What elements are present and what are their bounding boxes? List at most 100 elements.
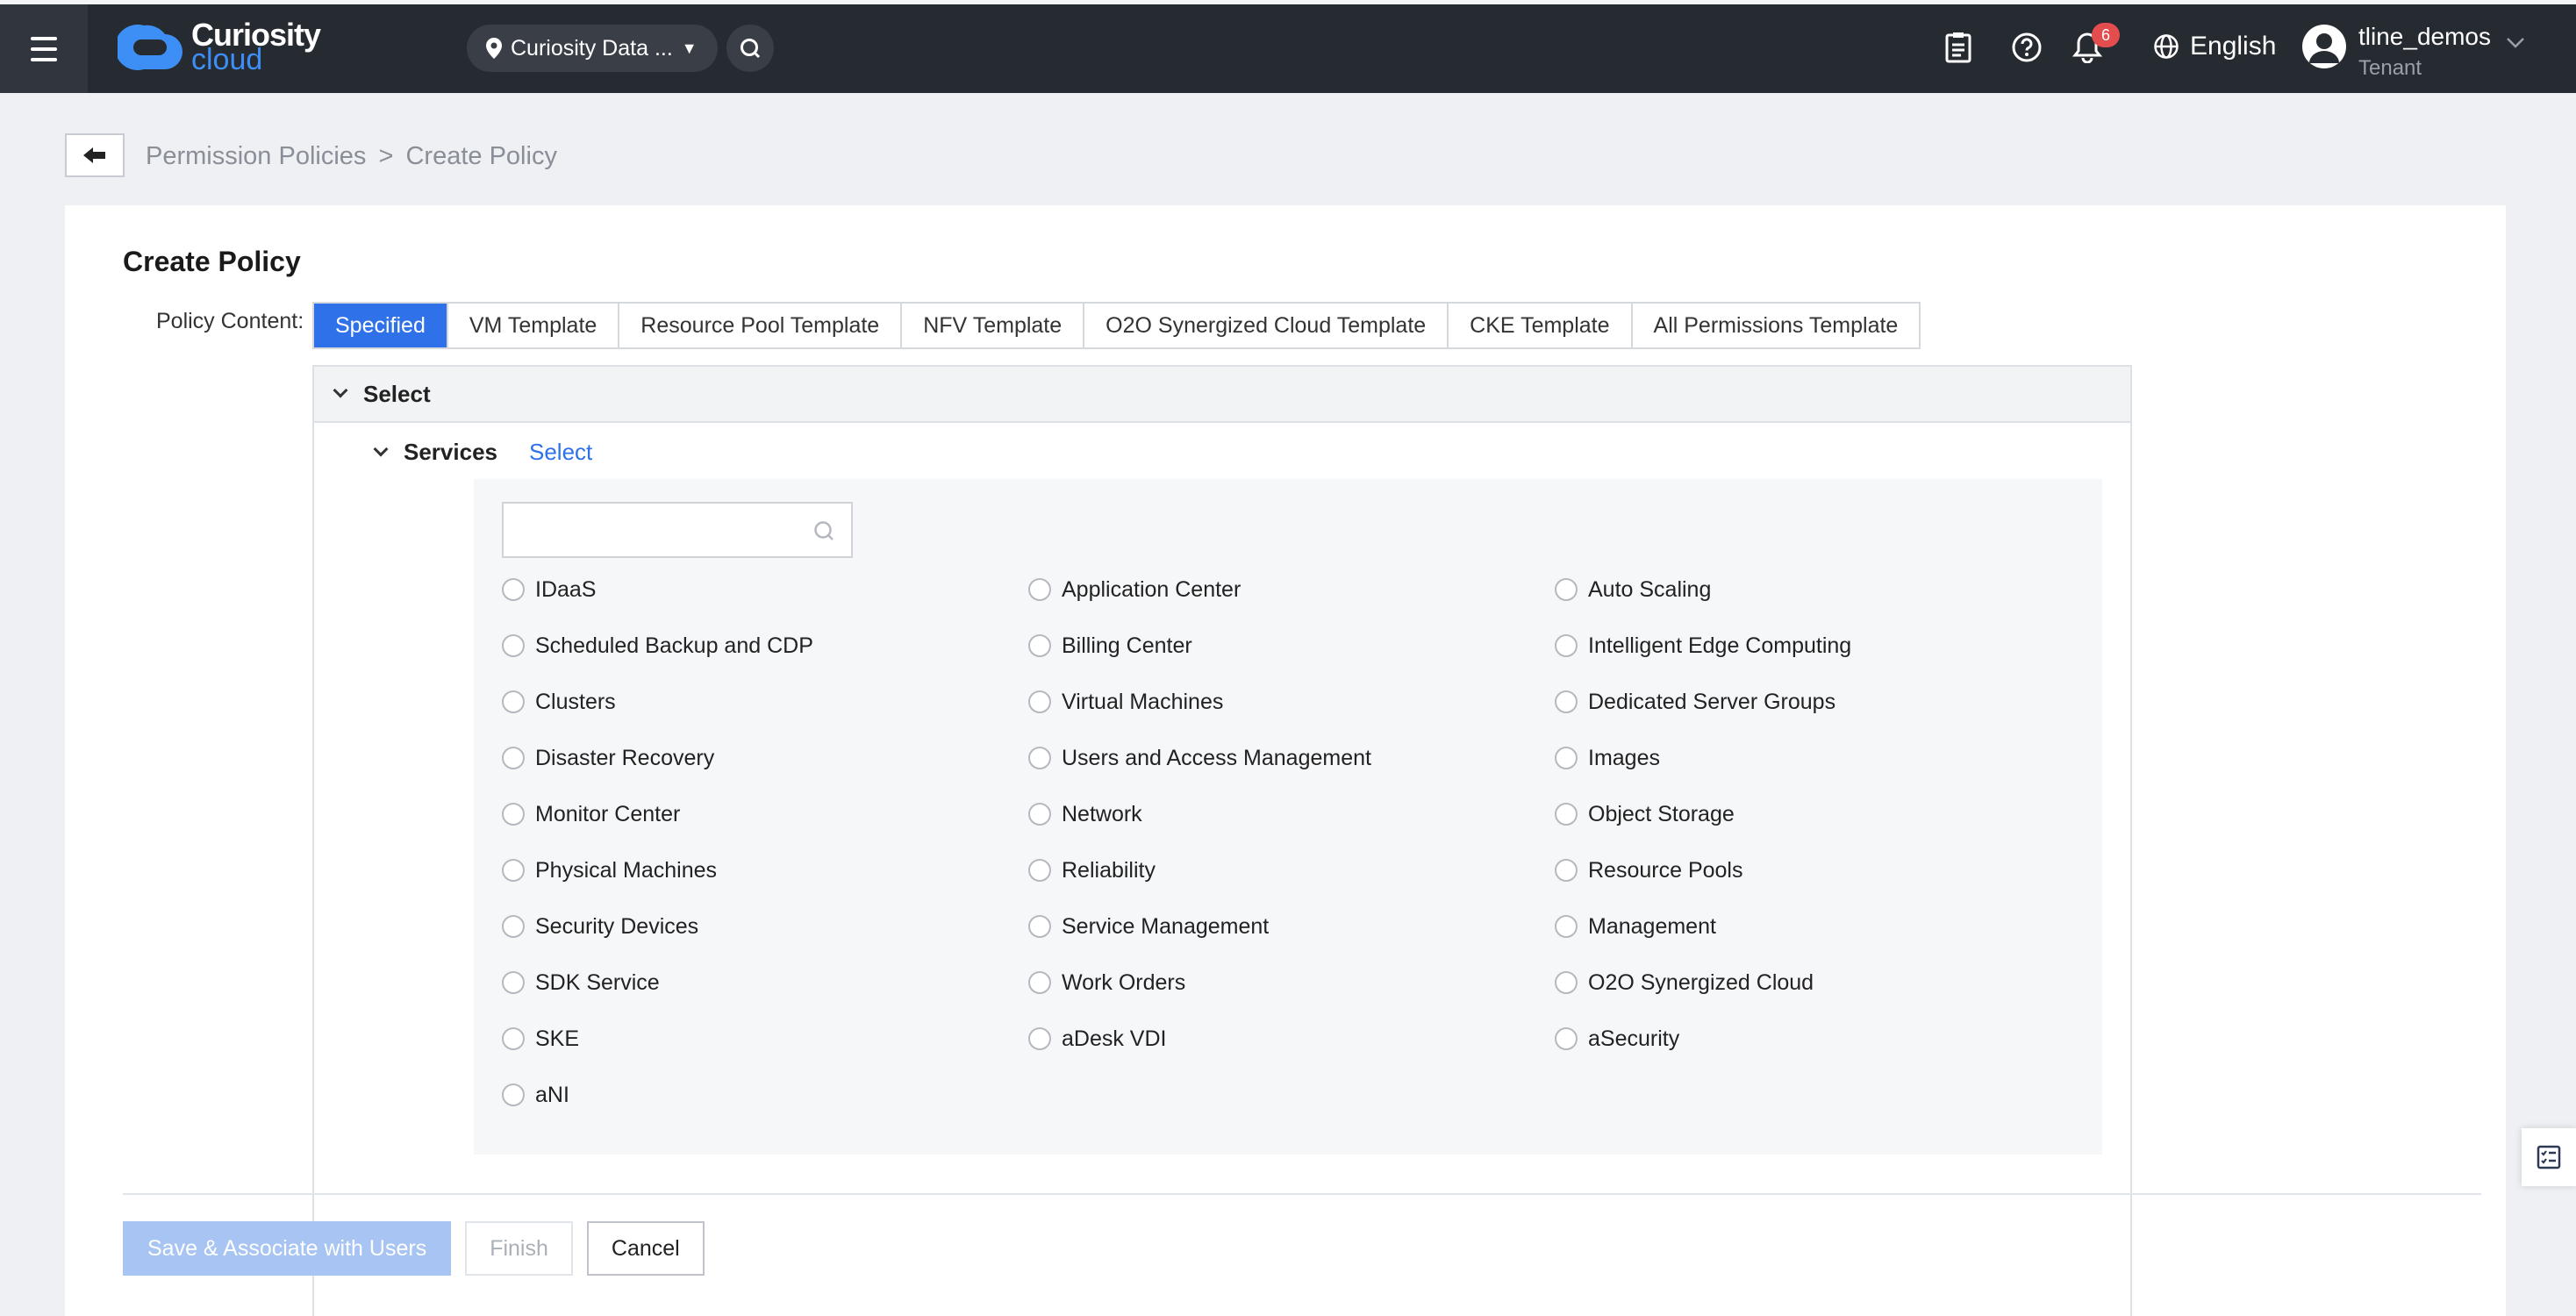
radio-button[interactable] bbox=[1555, 971, 1578, 994]
service-option[interactable]: Images bbox=[1555, 746, 2081, 770]
save-associate-button[interactable]: Save & Associate with Users bbox=[123, 1221, 452, 1276]
radio-button[interactable] bbox=[1028, 803, 1051, 826]
search-icon bbox=[741, 39, 761, 59]
service-option[interactable]: Auto Scaling bbox=[1555, 577, 2081, 602]
help-icon[interactable] bbox=[2011, 32, 2043, 63]
service-option[interactable]: Intelligent Edge Computing bbox=[1555, 633, 2081, 658]
service-option[interactable]: aDesk VDI bbox=[1028, 1026, 1555, 1051]
logo[interactable]: Curiosity cloud bbox=[118, 19, 321, 75]
service-option[interactable]: O2O Synergized Cloud bbox=[1555, 970, 2081, 995]
tab-o2o-synergized-cloud-template[interactable]: O2O Synergized Cloud Template bbox=[1084, 304, 1449, 347]
radio-button[interactable] bbox=[502, 578, 525, 601]
tab-resource-pool-template[interactable]: Resource Pool Template bbox=[619, 304, 903, 347]
policy-content-label: Policy Content: bbox=[156, 309, 304, 333]
clipboard-icon[interactable] bbox=[1944, 32, 1972, 63]
radio-button[interactable] bbox=[1555, 578, 1578, 601]
notification-badge: 6 bbox=[2092, 23, 2120, 47]
caret-down-icon: ▼ bbox=[681, 39, 698, 57]
radio-button[interactable] bbox=[502, 1084, 525, 1106]
global-search-button[interactable] bbox=[726, 25, 774, 72]
radio-button[interactable] bbox=[502, 634, 525, 657]
service-option[interactable]: Monitor Center bbox=[502, 802, 1028, 826]
services-select-link[interactable]: Select bbox=[529, 439, 592, 466]
service-option[interactable]: Physical Machines bbox=[502, 858, 1028, 883]
radio-button[interactable] bbox=[1028, 1027, 1051, 1050]
radio-button[interactable] bbox=[1028, 634, 1051, 657]
menu-button[interactable] bbox=[0, 4, 88, 93]
service-option[interactable]: Security Devices bbox=[502, 914, 1028, 939]
language-selector[interactable]: English bbox=[2153, 32, 2276, 61]
tab-nfv-template[interactable]: NFV Template bbox=[902, 304, 1085, 347]
services-search-input[interactable] bbox=[502, 502, 853, 558]
region-selector[interactable]: Curiosity Data ... ▼ bbox=[467, 25, 718, 72]
chevron-down-icon[interactable] bbox=[373, 441, 389, 456]
cancel-button[interactable]: Cancel bbox=[586, 1221, 705, 1276]
radio-button[interactable] bbox=[1555, 690, 1578, 713]
service-option[interactable]: Reliability bbox=[1028, 858, 1555, 883]
radio-button[interactable] bbox=[502, 1027, 525, 1050]
service-option[interactable]: Scheduled Backup and CDP bbox=[502, 633, 1028, 658]
service-option[interactable]: SDK Service bbox=[502, 970, 1028, 995]
tab-all-permissions-template[interactable]: All Permissions Template bbox=[1632, 304, 1920, 347]
user-name: tline_demos bbox=[2358, 23, 2491, 50]
services-label: Services bbox=[404, 439, 497, 465]
radio-button[interactable] bbox=[1028, 690, 1051, 713]
service-option[interactable]: Application Center bbox=[1028, 577, 1555, 602]
service-option[interactable]: Network bbox=[1028, 802, 1555, 826]
service-option-label: Physical Machines bbox=[535, 857, 718, 883]
breadcrumb-parent[interactable]: Permission Policies bbox=[146, 142, 366, 170]
service-option[interactable]: Users and Access Management bbox=[1028, 746, 1555, 770]
service-option[interactable]: aSecurity bbox=[1555, 1026, 2081, 1051]
service-option[interactable]: Clusters bbox=[502, 690, 1028, 714]
service-option[interactable]: SKE bbox=[502, 1026, 1028, 1051]
chevron-down-icon[interactable] bbox=[2506, 37, 2525, 49]
service-option[interactable]: Resource Pools bbox=[1555, 858, 2081, 883]
radio-button[interactable] bbox=[1555, 859, 1578, 882]
service-option[interactable]: IDaaS bbox=[502, 577, 1028, 602]
radio-button[interactable] bbox=[1028, 971, 1051, 994]
service-option[interactable]: Management bbox=[1555, 914, 2081, 939]
select-section-title: Select bbox=[363, 380, 431, 407]
policy-template-tabs: Specified VM Template Resource Pool Temp… bbox=[312, 302, 1921, 349]
radio-button[interactable] bbox=[502, 859, 525, 882]
tab-specified[interactable]: Specified bbox=[314, 304, 448, 347]
tab-vm-template[interactable]: VM Template bbox=[447, 304, 620, 347]
location-pin-icon bbox=[486, 38, 502, 59]
service-option[interactable]: Dedicated Server Groups bbox=[1555, 690, 2081, 714]
checklist-float-button[interactable] bbox=[2522, 1128, 2576, 1186]
user-info[interactable]: tline_demos Tenant bbox=[2358, 21, 2491, 84]
radio-button[interactable] bbox=[1555, 634, 1578, 657]
radio-button[interactable] bbox=[1028, 915, 1051, 938]
service-option-label: Service Management bbox=[1062, 913, 1270, 939]
radio-button[interactable] bbox=[1028, 578, 1051, 601]
tab-cke-template[interactable]: CKE Template bbox=[1449, 304, 1633, 347]
radio-button[interactable] bbox=[1555, 747, 1578, 769]
service-option[interactable]: Service Management bbox=[1028, 914, 1555, 939]
service-option[interactable]: Disaster Recovery bbox=[502, 746, 1028, 770]
service-option[interactable]: Work Orders bbox=[1028, 970, 1555, 995]
back-button[interactable] bbox=[65, 133, 125, 177]
service-option[interactable]: Billing Center bbox=[1028, 633, 1555, 658]
radio-button[interactable] bbox=[1028, 747, 1051, 769]
radio-button[interactable] bbox=[1555, 915, 1578, 938]
radio-button[interactable] bbox=[502, 747, 525, 769]
service-option[interactable]: aNI bbox=[502, 1083, 1028, 1107]
service-option-label: Work Orders bbox=[1062, 969, 1186, 995]
radio-button[interactable] bbox=[502, 915, 525, 938]
user-avatar-icon[interactable] bbox=[2302, 25, 2346, 68]
radio-button[interactable] bbox=[502, 803, 525, 826]
radio-button[interactable] bbox=[502, 690, 525, 713]
service-option-label: Clusters bbox=[535, 689, 616, 714]
radio-button[interactable] bbox=[1555, 1027, 1578, 1050]
service-option[interactable]: Object Storage bbox=[1555, 802, 2081, 826]
service-option[interactable]: Virtual Machines bbox=[1028, 690, 1555, 714]
service-option-label: Application Center bbox=[1062, 576, 1241, 602]
service-option-label: O2O Synergized Cloud bbox=[1588, 969, 1814, 995]
radio-button[interactable] bbox=[1028, 859, 1051, 882]
radio-button[interactable] bbox=[1555, 803, 1578, 826]
checklist-icon bbox=[2537, 1145, 2561, 1169]
select-section-header[interactable]: Select bbox=[314, 367, 2130, 423]
service-option-label: Scheduled Backup and CDP bbox=[535, 633, 813, 658]
finish-button[interactable]: Finish bbox=[465, 1221, 573, 1276]
radio-button[interactable] bbox=[502, 971, 525, 994]
